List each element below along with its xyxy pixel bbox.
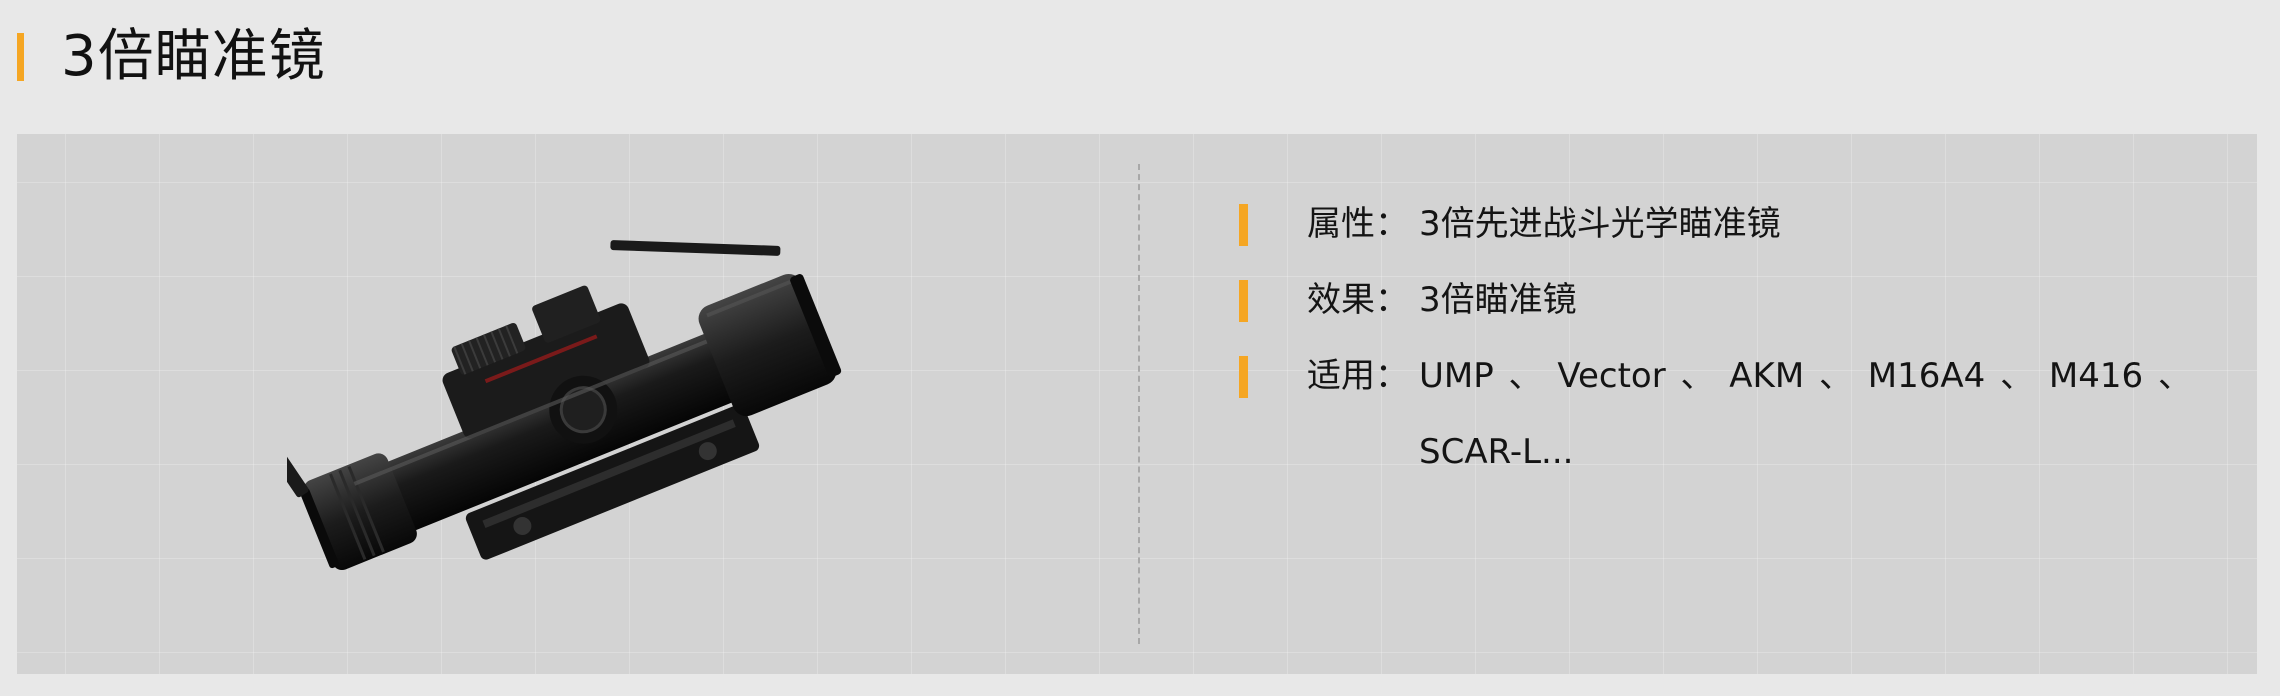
- scope-image: [287, 240, 842, 571]
- item-card: 属性： 3倍先进战斗光学瞄准镜 效果： 3倍瞄准镜 适用： UMP 、 Vect…: [17, 134, 2257, 674]
- page-header: 3倍瞄准镜: [17, 22, 326, 92]
- attribute-marker: [1239, 280, 1248, 322]
- attribute-row-effect: 效果： 3倍瞄准镜: [1237, 262, 2197, 338]
- attribute-list: 属性： 3倍先进战斗光学瞄准镜 效果： 3倍瞄准镜 适用： UMP 、 Vect…: [1237, 186, 2197, 490]
- title-accent-bar: [17, 33, 24, 81]
- attribute-label: 效果：: [1307, 280, 1409, 320]
- page: 3倍瞄准镜 属性： 3倍先进战斗光学瞄准镜 效果： 3倍瞄准镜 适用： UMP …: [0, 0, 2280, 696]
- attribute-value: 3倍先进战斗光学瞄准镜: [1419, 204, 1781, 244]
- attribute-value: 3倍瞄准镜: [1419, 280, 1577, 320]
- attribute-value: UMP 、 Vector 、 AKM 、 M16A4 、 M416 、 SCAR…: [1419, 356, 2192, 472]
- attribute-row-compatible: 适用： UMP 、 Vector 、 AKM 、 M16A4 、 M416 、 …: [1237, 338, 2197, 490]
- card-divider: [1138, 164, 1140, 644]
- attribute-label: 适用：: [1307, 356, 1409, 396]
- attribute-label: 属性：: [1307, 204, 1409, 244]
- page-title: 3倍瞄准镜: [61, 24, 326, 89]
- attribute-marker: [1239, 356, 1248, 398]
- attribute-row-property: 属性： 3倍先进战斗光学瞄准镜: [1237, 186, 2197, 262]
- attribute-marker: [1239, 204, 1248, 246]
